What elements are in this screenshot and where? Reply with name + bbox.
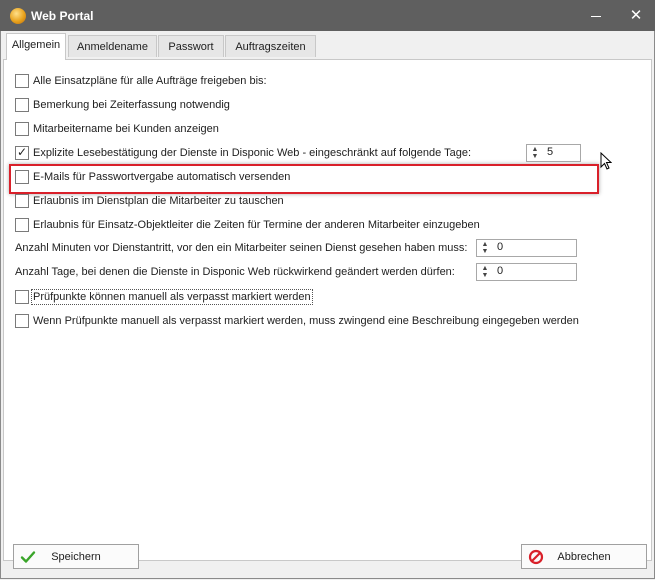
- option-pruefpunkte-verpasst[interactable]: Prüfpunkte können manuell als verpasst m…: [15, 288, 313, 306]
- spin-arrows-icon[interactable]: ▲ ▼: [531, 146, 539, 160]
- tab-anmeldename[interactable]: Anmeldename: [68, 35, 157, 57]
- option-mitarbeitername-anzeigen[interactable]: Mitarbeitername bei Kunden anzeigen: [15, 120, 219, 138]
- option-pruefpunkte-beschreibung[interactable]: Wenn Prüfpunkte manuell als verpasst mar…: [15, 312, 579, 330]
- minimize-icon[interactable]: [588, 8, 604, 24]
- cancel-icon: [528, 549, 544, 565]
- option-bemerkung-notwendig[interactable]: Bemerkung bei Zeiterfassung notwendig: [15, 96, 230, 114]
- mouse-cursor-icon: [600, 152, 612, 170]
- tab-allgemein[interactable]: Allgemein: [6, 33, 66, 60]
- checkbox-checked[interactable]: [15, 145, 29, 160]
- option-label: Bemerkung bei Zeiterfassung notwendig: [33, 99, 230, 111]
- checkmark-icon: [20, 551, 36, 563]
- tab-auftragszeiten[interactable]: Auftragszeiten: [225, 35, 316, 57]
- option-objektleiter-zeiten[interactable]: Erlaubnis für Einsatz-Objektleiter die Z…: [15, 216, 480, 234]
- spin-arrows-icon[interactable]: ▲ ▼: [481, 265, 489, 279]
- tab-panel-allgemein: Alle Einsatzpläne für alle Aufträge frei…: [3, 59, 652, 561]
- minutes-value: 0: [497, 241, 504, 253]
- close-icon[interactable]: [628, 8, 644, 24]
- option-lesebestaetigung[interactable]: Explizite Lesebestätigung der Dienste in…: [15, 144, 471, 162]
- checkbox[interactable]: [15, 314, 29, 328]
- window-title: Web Portal: [31, 9, 94, 23]
- checkbox[interactable]: [15, 194, 29, 208]
- option-emails-passwortvergabe[interactable]: E-Mails für Passwortvergabe automatisch …: [15, 168, 290, 186]
- days-back-label: Anzahl Tage, bei denen die Dienste in Di…: [15, 266, 455, 278]
- checkbox[interactable]: [15, 74, 29, 88]
- checkbox[interactable]: [15, 218, 29, 232]
- option-label: Prüfpunkte können manuell als verpasst m…: [31, 289, 313, 305]
- checkbox[interactable]: [15, 98, 29, 112]
- days-back-stepper[interactable]: ▲ ▼ 0: [476, 263, 577, 281]
- option-label: Mitarbeitername bei Kunden anzeigen: [33, 123, 219, 135]
- option-label: Wenn Prüfpunkte manuell als verpasst mar…: [33, 315, 579, 327]
- app-icon: [10, 8, 26, 24]
- minutes-label: Anzahl Minuten vor Dienstantritt, vor de…: [15, 242, 468, 254]
- save-button[interactable]: Speichern: [13, 544, 139, 569]
- tab-passwort[interactable]: Passwort: [158, 35, 224, 57]
- spin-arrows-icon[interactable]: ▲ ▼: [481, 241, 489, 255]
- option-label: Erlaubnis für Einsatz-Objektleiter die Z…: [33, 219, 480, 231]
- days-stepper[interactable]: ▲ ▼ 5: [526, 144, 581, 162]
- checkbox[interactable]: [15, 170, 29, 184]
- option-einsatzplaene-freigeben[interactable]: Alle Einsatzpläne für alle Aufträge frei…: [15, 72, 267, 90]
- checkbox[interactable]: [15, 290, 29, 304]
- option-label: Alle Einsatzpläne für alle Aufträge frei…: [33, 75, 267, 87]
- option-label: E-Mails für Passwortvergabe automatisch …: [33, 171, 291, 183]
- days-value: 5: [547, 146, 554, 158]
- title-bar: Web Portal: [0, 0, 655, 31]
- option-mitarbeiter-tauschen[interactable]: Erlaubnis im Dienstplan die Mitarbeiter …: [15, 192, 284, 210]
- cancel-button[interactable]: Abbrechen: [521, 544, 647, 569]
- option-label: Erlaubnis im Dienstplan die Mitarbeiter …: [33, 195, 284, 207]
- option-label: Explizite Lesebestätigung der Dienste in…: [33, 147, 472, 159]
- minutes-stepper[interactable]: ▲ ▼ 0: [476, 239, 577, 257]
- days-back-value: 0: [497, 265, 504, 277]
- dialog-body: Allgemein Anmeldename Passwort Auftragsz…: [0, 31, 655, 579]
- checkbox[interactable]: [15, 122, 29, 136]
